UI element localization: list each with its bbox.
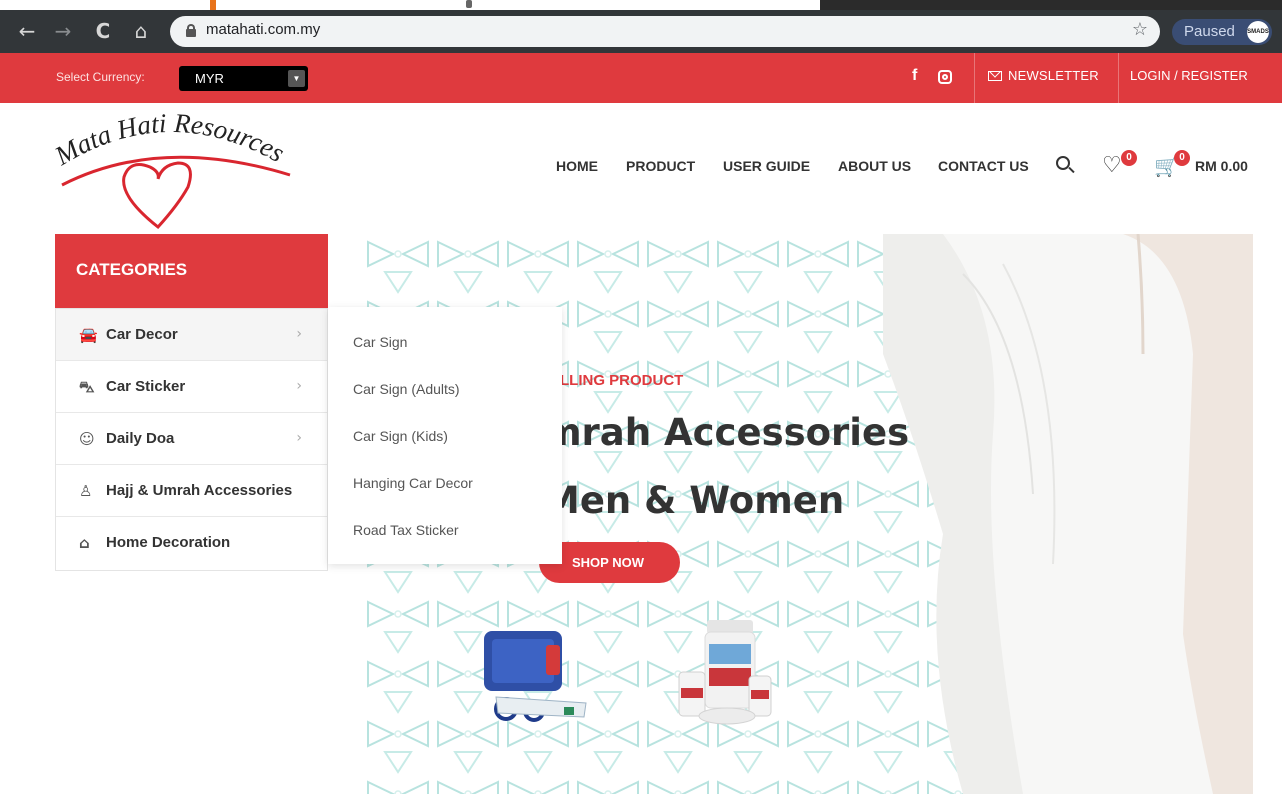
category-label: Daily Doa <box>106 430 175 447</box>
grey-marker <box>466 0 472 8</box>
site-topbar: Select Currency: MYR ▼ f NEWSLETTER LOGI… <box>0 53 1282 103</box>
category-hajj-umrah[interactable]: ♙ Hajj & Umrah Accessories <box>56 465 327 517</box>
newsletter-link[interactable]: NEWSLETTER <box>988 68 1099 83</box>
login-register-link[interactable]: LOGIN / REGISTER <box>1130 68 1248 83</box>
categories-list: 🚘 Car Decor › ⛍ Car Sticker › ☺ Daily Do… <box>55 308 328 571</box>
url-text[interactable]: matahati.com.my <box>206 21 320 38</box>
chevron-right-icon: › <box>296 430 302 446</box>
sticker-icon: ⛍ <box>79 378 95 396</box>
category-car-decor[interactable]: 🚘 Car Decor › <box>56 309 327 361</box>
back-icon[interactable]: ← <box>14 18 40 44</box>
category-daily-doa[interactable]: ☺ Daily Doa › <box>56 413 327 465</box>
nav-product[interactable]: PRODUCT <box>626 158 695 174</box>
divider <box>1118 53 1119 103</box>
category-label: Home Decoration <box>106 534 231 551</box>
chevron-right-icon: › <box>296 378 302 394</box>
lock-icon <box>186 24 196 37</box>
submenu-car-sign-kids[interactable]: Car Sign (Kids) <box>353 428 448 444</box>
divider <box>974 53 975 103</box>
browser-toolbar: ← → C ⌂ matahati.com.my ☆ Paused SMADS <box>0 10 1282 53</box>
hero-title-line1: mrah Accessories <box>543 411 910 454</box>
bookmark-star-icon[interactable]: ☆ <box>1132 19 1148 40</box>
dropdown-arrow-icon: ▼ <box>288 70 305 87</box>
site-logo[interactable]: Mata Hati Resources <box>50 107 300 233</box>
top-strip <box>0 0 1282 10</box>
nav-contact-us[interactable]: CONTACT US <box>938 158 1029 174</box>
car-icon: 🚘 <box>79 326 98 344</box>
umrah-icon: ♙ <box>79 482 93 500</box>
submenu-car-sign[interactable]: Car Sign <box>353 334 407 350</box>
car-decor-submenu: Car Sign Car Sign (Adults) Car Sign (Kid… <box>328 307 562 564</box>
category-label: Hajj & Umrah Accessories <box>106 482 293 499</box>
categories-header[interactable]: CATEGORIES <box>55 234 328 308</box>
product-image-samak[interactable] <box>663 616 773 728</box>
product-image-kit[interactable] <box>476 619 606 729</box>
profile-status: Paused <box>1184 23 1235 40</box>
profile-button[interactable]: Paused SMADS <box>1172 19 1272 45</box>
home-icon[interactable]: ⌂ <box>128 18 154 44</box>
nav-about-us[interactable]: ABOUT US <box>838 158 911 174</box>
svg-text:Mata Hati Resources: Mata Hati Resources <box>50 108 289 172</box>
submenu-car-sign-adults[interactable]: Car Sign (Adults) <box>353 381 460 397</box>
category-label: Car Decor <box>106 326 178 343</box>
newsletter-label: NEWSLETTER <box>1008 68 1099 83</box>
model-robe-image <box>883 234 1253 794</box>
envelope-icon <box>988 71 1002 81</box>
orange-marker <box>210 0 216 10</box>
cart-count-badge: 0 <box>1174 150 1190 166</box>
currency-label: Select Currency: <box>56 70 145 84</box>
category-home-decoration[interactable]: ⌂ Home Decoration <box>56 517 327 569</box>
home-decor-icon: ⌂ <box>79 534 90 552</box>
wishlist-count-badge: 0 <box>1121 150 1137 166</box>
dark-strip <box>820 0 1282 10</box>
address-bar[interactable]: matahati.com.my ☆ <box>170 16 1160 47</box>
hero-title-line2: Men & Women <box>543 479 845 522</box>
category-label: Car Sticker <box>106 378 186 395</box>
wishlist-heart-icon[interactable]: ♡ <box>1102 155 1122 177</box>
cart-total[interactable]: RM 0.00 <box>1195 158 1248 174</box>
category-car-sticker[interactable]: ⛍ Car Sticker › <box>56 361 327 413</box>
profile-avatar: SMADS <box>1247 21 1269 43</box>
nav-home[interactable]: HOME <box>556 158 598 174</box>
site-header: Mata Hati Resources HOME PRODUCT USER GU… <box>0 103 1282 234</box>
instagram-icon[interactable] <box>938 70 952 84</box>
submenu-road-tax-sticker[interactable]: Road Tax Sticker <box>353 522 459 538</box>
reload-icon[interactable]: C <box>90 18 116 44</box>
facebook-icon[interactable]: f <box>912 67 917 85</box>
submenu-hanging-car-decor[interactable]: Hanging Car Decor <box>353 475 473 491</box>
doa-icon: ☺ <box>79 430 95 448</box>
forward-icon[interactable]: → <box>50 18 76 44</box>
currency-select[interactable]: MYR ▼ <box>179 66 308 91</box>
currency-value: MYR <box>195 71 224 86</box>
nav-user-guide[interactable]: USER GUIDE <box>723 158 810 174</box>
chevron-right-icon: › <box>296 326 302 342</box>
search-icon[interactable] <box>1056 156 1075 174</box>
